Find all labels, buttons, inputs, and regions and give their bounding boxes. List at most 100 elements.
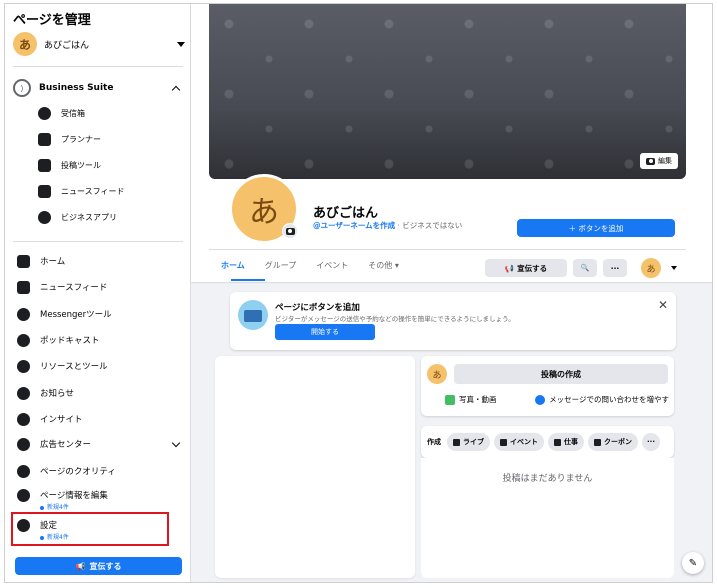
- sidebar: ページを管理 あ あびごはん ⟩ Business Suite 受信箱 プランナ…: [5, 4, 191, 582]
- business-suite-toggle[interactable]: ⟩ Business Suite: [13, 77, 183, 99]
- search-button[interactable]: 🔍: [573, 259, 597, 277]
- calendar-icon: [500, 438, 507, 446]
- close-icon[interactable]: ✕: [658, 298, 668, 312]
- tab-home[interactable]: ホーム: [221, 260, 245, 271]
- account-avatar[interactable]: あ: [641, 258, 661, 278]
- sidebar-item-inbox[interactable]: 受信箱: [38, 104, 85, 122]
- sidebar-item-label: ページのクオリティ: [40, 467, 116, 477]
- live-button[interactable]: ライブ: [447, 433, 490, 451]
- sidebar-item-label: ポッドキャスト: [40, 336, 100, 346]
- divider: [13, 66, 183, 67]
- divider: [209, 249, 686, 250]
- create-username-link[interactable]: @ユーザーネームを作成: [313, 221, 395, 230]
- tab-groups[interactable]: グループ: [265, 260, 297, 271]
- sidebar-item-label: ニュースフィード: [61, 186, 125, 196]
- business-apps-icon: [38, 210, 51, 224]
- page-title: あびごはん: [313, 206, 379, 221]
- sidebar-item-label: Messengerツール: [40, 310, 112, 320]
- active-tab-indicator: [231, 279, 265, 281]
- bell-icon: [17, 386, 30, 400]
- more-options-button[interactable]: ···: [603, 259, 627, 277]
- more-options-button[interactable]: ···: [642, 433, 660, 451]
- chevron-up-icon: [171, 85, 181, 94]
- sidebar-item-page-quality[interactable]: ページのクオリティ: [17, 462, 183, 480]
- news-feed-icon: [17, 280, 30, 294]
- compose-bar: 作成 ライブ イベント 仕事 クーポン ···: [421, 426, 674, 458]
- message-inquiries-button[interactable]: メッセージでの問い合わせを増やす: [535, 394, 669, 405]
- app-frame: ページを管理 あ あびごはん ⟩ Business Suite 受信箱 プランナ…: [4, 3, 713, 583]
- prompt-title: ページにボタンを追加: [275, 303, 360, 313]
- caret-down-icon: [177, 41, 185, 47]
- add-button-button[interactable]: ＋ ボタンを追加: [517, 219, 675, 237]
- sidebar-item-notifications[interactable]: お知らせ: [17, 384, 183, 402]
- start-button[interactable]: 開始する: [275, 324, 375, 340]
- sidebar-title: ページを管理: [13, 13, 91, 28]
- sidebar-item-publishing-tools[interactable]: 投稿ツール: [38, 156, 101, 174]
- sidebar-item-messenger-tools[interactable]: Messengerツール: [17, 305, 183, 323]
- coupon-icon: [594, 438, 601, 446]
- sidebar-item-insights[interactable]: インサイト: [17, 410, 183, 428]
- sidebar-item-label: ビジネスアプリ: [61, 212, 117, 222]
- promote-page-button[interactable]: 📢 宣伝する: [485, 259, 567, 277]
- business-suite-label: Business Suite: [39, 83, 114, 93]
- photo-video-button[interactable]: 写真・動画: [445, 394, 497, 405]
- prompt-illustration: [238, 300, 268, 330]
- sidebar-item-ad-center[interactable]: 広告センター: [17, 435, 183, 453]
- search-icon: 🔍: [580, 264, 590, 272]
- home-icon: [17, 254, 30, 268]
- chevron-down-icon: [171, 438, 181, 447]
- sidebar-item-news-feed-bs[interactable]: ニュースフィード: [38, 182, 124, 200]
- settings-highlight-box: [11, 512, 169, 546]
- briefcase-icon: [554, 438, 561, 446]
- sidebar-item-label: ニュースフィード: [40, 283, 108, 293]
- page-selector-name: あびごはん: [44, 40, 90, 51]
- sidebar-item-label: ホーム: [40, 257, 66, 267]
- sidebar-item-label: 投稿ツール: [61, 160, 101, 170]
- sidebar-item-label: 受信箱: [61, 108, 85, 118]
- add-button-prompt: ページにボタンを追加 ビジターがメッセージの送信や予約などの操作を簡単にできるよ…: [230, 292, 676, 350]
- create-post-button[interactable]: 投稿の作成: [454, 364, 668, 384]
- sidebar-item-resources[interactable]: リソースとツール: [17, 357, 183, 375]
- compose-label: 作成: [427, 438, 441, 446]
- sidebar-item-label: 広告センター: [40, 440, 92, 450]
- edit-cover-button[interactable]: 編集: [640, 153, 678, 169]
- sidebar-item-podcast[interactable]: ポッドキャスト: [17, 331, 183, 349]
- messenger-icon: [535, 394, 546, 405]
- megaphone-icon: 📢: [504, 263, 515, 273]
- publishing-tools-icon: [38, 158, 51, 172]
- shield-icon: [17, 464, 30, 478]
- sidebar-item-home[interactable]: ホーム: [17, 252, 183, 270]
- calendar-icon: [38, 132, 51, 146]
- camera-icon: [646, 157, 655, 165]
- left-column-card: [215, 356, 415, 578]
- photo-icon: [445, 394, 455, 405]
- info-icon: [17, 359, 30, 373]
- event-button[interactable]: イベント: [494, 433, 544, 451]
- page-selector[interactable]: あ あびごはん: [13, 31, 185, 57]
- job-button[interactable]: 仕事: [548, 433, 584, 451]
- inbox-icon: [38, 106, 51, 120]
- pencil-icon: [17, 488, 30, 502]
- sidebar-item-business-apps[interactable]: ビジネスアプリ: [38, 208, 117, 226]
- sidebar-item-label: リソースとツール: [40, 362, 108, 372]
- page-avatar: あ: [13, 32, 37, 56]
- new-message-button[interactable]: ✎: [682, 552, 704, 574]
- sidebar-item-label: インサイト: [40, 415, 83, 425]
- megaphone-icon: [17, 437, 30, 451]
- sidebar-item-planner[interactable]: プランナー: [38, 130, 101, 148]
- news-feed-icon: [38, 184, 51, 198]
- video-icon: [453, 438, 460, 446]
- promote-button[interactable]: 📢 宣伝する: [15, 557, 182, 575]
- sidebar-item-label: お知らせ: [40, 389, 74, 399]
- sidebar-item-label: プランナー: [61, 134, 101, 144]
- podcast-icon: [17, 333, 30, 347]
- coupon-button[interactable]: クーポン: [588, 433, 638, 451]
- tab-events[interactable]: イベント: [316, 260, 348, 271]
- caret-down-icon[interactable]: [671, 266, 677, 270]
- profile-camera-button[interactable]: [282, 223, 298, 239]
- tab-more[interactable]: その他 ▾: [368, 260, 399, 271]
- new-count-badge: 新規4件: [40, 502, 69, 511]
- sidebar-item-news-feed[interactable]: ニュースフィード: [17, 278, 183, 296]
- prompt-description: ビジターがメッセージの送信や予約などの操作を簡単にできるようにしましょう。: [275, 315, 515, 323]
- create-post-card: あ 投稿の作成 写真・動画 メッセージでの問い合わせを増やす: [421, 356, 674, 416]
